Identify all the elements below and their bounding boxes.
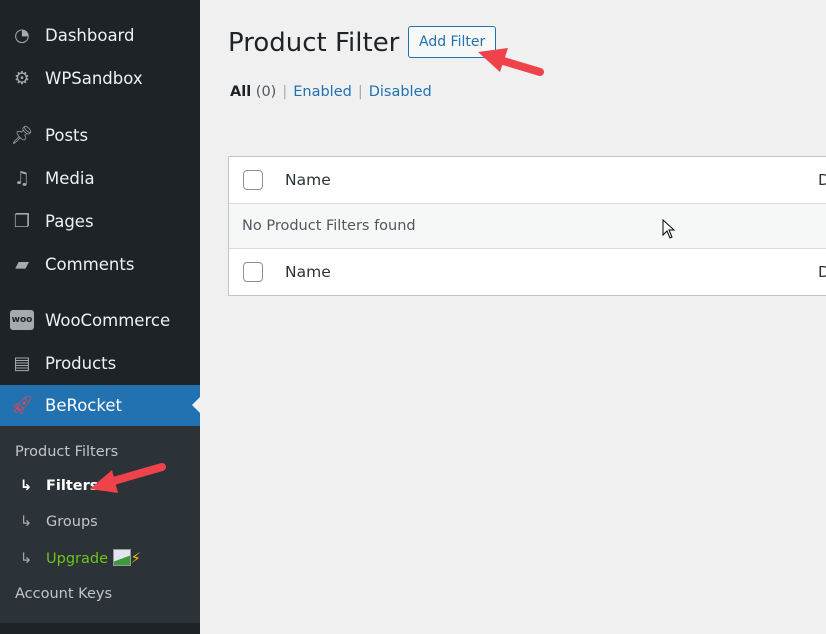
sidebar-item-woocommerce[interactable]: woo WooCommerce xyxy=(0,300,200,340)
select-all-checkbox[interactable] xyxy=(243,170,263,190)
sidebar-item-comments[interactable]: ▰ Comments xyxy=(0,244,200,284)
view-all[interactable]: All (0) xyxy=(230,84,276,100)
view-disabled[interactable]: Disabled xyxy=(369,84,432,100)
return-arrow-icon: ↳ xyxy=(20,478,33,494)
gear-icon: ⚙ xyxy=(13,67,31,89)
submenu-groups[interactable]: ↳ Groups xyxy=(20,514,98,530)
return-arrow-icon: ↳ xyxy=(20,551,33,567)
submenu-product-filters[interactable]: Product Filters xyxy=(15,444,118,460)
admin-sidebar: ◔ Dashboard ⚙ WPSandbox 📌︎ Posts ♫ Media ❐ Pa… xyxy=(0,0,200,634)
submenu-account-keys[interactable]: Account Keys xyxy=(15,586,112,602)
submenu-upgrade[interactable]: ↳ Upgrade ⚡ xyxy=(20,549,141,567)
column-second[interactable]: D xyxy=(818,171,826,189)
view-filters: All (0) | Enabled | Disabled xyxy=(230,84,432,100)
comment-icon: ▰ xyxy=(15,253,29,275)
column-name[interactable]: Name xyxy=(285,171,331,189)
submenu-filters[interactable]: ↳ Filters xyxy=(20,478,98,494)
pages-icon: ❐ xyxy=(13,210,31,232)
return-arrow-icon: ↳ xyxy=(20,514,33,530)
table-header: Name D xyxy=(229,157,826,203)
dashboard-icon: ◔ xyxy=(14,24,30,46)
page-title: Product Filter xyxy=(228,28,400,58)
add-filter-button[interactable]: Add Filter xyxy=(408,26,497,58)
sidebar-item-dashboard[interactable]: ◔ Dashboard xyxy=(0,15,200,55)
archive-icon: ▤ xyxy=(13,352,31,374)
column-name-footer[interactable]: Name xyxy=(285,263,331,281)
filters-table: Name D No Product Filters found Name D xyxy=(228,156,826,296)
rocket-icon: 🚀︎ xyxy=(10,395,34,416)
sidebar-item-berocket[interactable]: 🚀︎ BeRocket xyxy=(0,385,200,426)
table-footer: Name D xyxy=(229,249,826,295)
sidebar-item-posts[interactable]: 📌︎ Posts xyxy=(0,115,200,155)
sidebar-item-media[interactable]: ♫ Media xyxy=(0,158,200,198)
pin-icon: 📌︎ xyxy=(10,124,34,146)
main-content: Product Filter Add Filter All (0) | Enable… xyxy=(200,0,826,634)
sidebar-item-pages[interactable]: ❐ Pages xyxy=(0,201,200,241)
view-enabled[interactable]: Enabled xyxy=(293,84,352,100)
media-icon: ♫ xyxy=(13,167,31,189)
column-second-footer[interactable]: D xyxy=(818,263,826,281)
sidebar-item-products[interactable]: ▤ Products xyxy=(0,343,200,383)
woo-icon: woo xyxy=(10,310,34,330)
empty-row: No Product Filters found xyxy=(229,203,826,249)
select-all-checkbox-footer[interactable] xyxy=(243,262,263,282)
berocket-submenu: Product Filters ↳ Filters ↳ Groups ↳ Upgrad… xyxy=(0,426,200,623)
lightning-icon: ⚡ xyxy=(130,551,141,567)
sidebar-item-wpsandbox[interactable]: ⚙ WPSandbox xyxy=(0,58,200,98)
broken-image-icon xyxy=(112,549,131,566)
